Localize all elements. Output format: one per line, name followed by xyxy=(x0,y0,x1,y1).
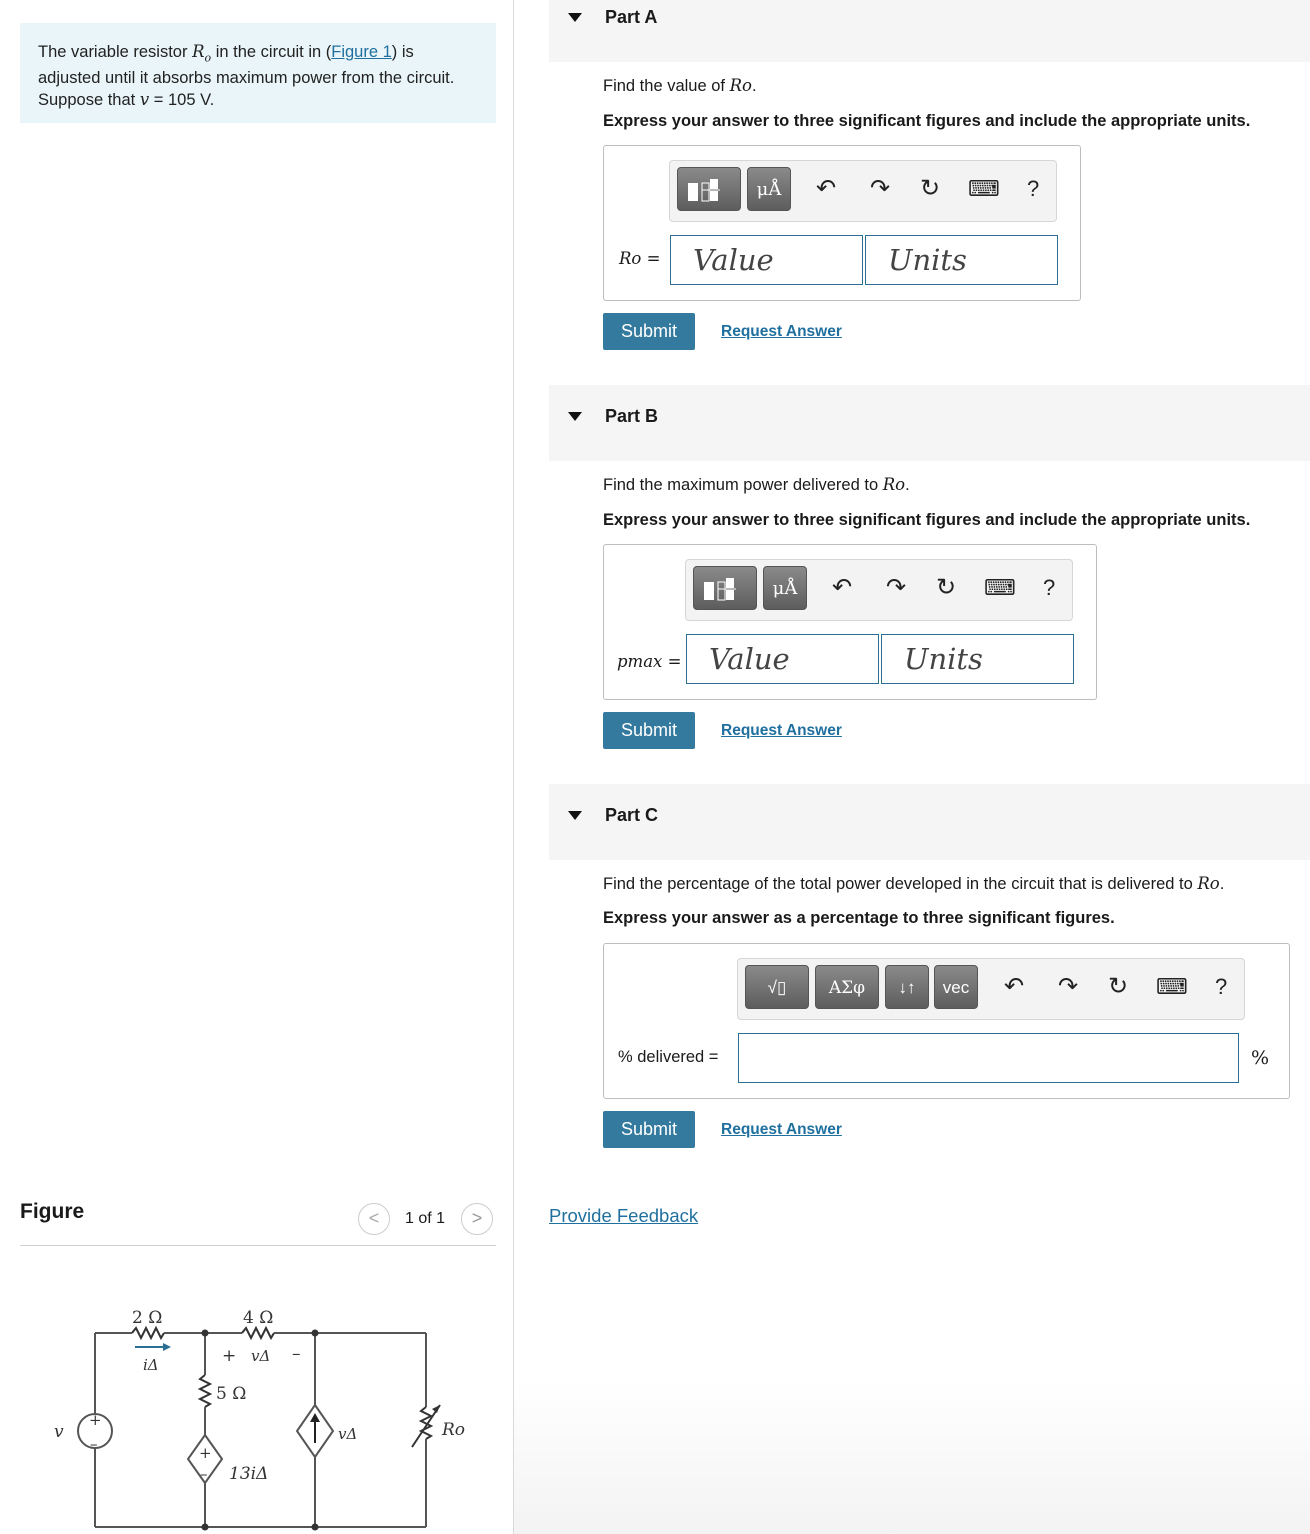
var-v: v xyxy=(139,90,150,110)
part-a-submit-button[interactable]: Submit xyxy=(603,313,695,350)
provide-feedback-link[interactable]: Provide Feedback xyxy=(549,1205,698,1227)
figure-link[interactable]: Figure 1 xyxy=(331,43,392,61)
units-button[interactable]: μÅ xyxy=(763,566,807,610)
part-c-header[interactable]: Part C xyxy=(549,784,1310,860)
label-source-minus: – xyxy=(90,1435,98,1453)
figure-title: Figure xyxy=(20,1200,85,1223)
part-b-variable-label: pmax = xyxy=(617,652,682,671)
help-icon[interactable]: ? xyxy=(1043,574,1055,602)
var-ro: Ro xyxy=(882,475,906,494)
part-b-units-input[interactable]: Units xyxy=(881,634,1074,684)
part-b-header[interactable]: Part B xyxy=(549,385,1310,461)
problem-text: in the circuit in ( xyxy=(211,43,332,61)
problem-statement: The variable resistor Ro in the circuit … xyxy=(20,23,496,123)
reset-icon[interactable]: ↻ xyxy=(936,574,956,602)
math-toolbar: μÅ ↶ ↷ ↻ ⌨ ? xyxy=(685,559,1073,621)
part-c-prompt: Find the percentage of the total power d… xyxy=(603,874,1225,893)
label-ro: Ro xyxy=(441,1420,465,1440)
part-b-answer-box: μÅ ↶ ↷ ↻ ⌨ ? pmax = Value Units xyxy=(603,544,1097,700)
var-ro: Ro xyxy=(192,42,212,65)
units-button[interactable]: μÅ xyxy=(747,167,791,211)
part-a-prompt: Find the value of Ro. xyxy=(603,76,757,95)
collapse-triangle-icon[interactable] xyxy=(568,13,582,22)
part-a-instruction: Express your answer to three significant… xyxy=(603,112,1251,130)
part-b-value-input[interactable]: Value xyxy=(686,634,879,684)
help-icon[interactable]: ? xyxy=(1027,175,1039,203)
label-dep-plus: + xyxy=(199,1444,212,1462)
label-5-ohm: 5 Ω xyxy=(216,1384,246,1404)
part-a-answer-box: μÅ ↶ ↷ ↻ ⌨ ? Ro = Value Units xyxy=(603,145,1081,301)
part-c-instruction: Express your answer as a percentage to t… xyxy=(603,909,1115,927)
redo-icon[interactable]: ↷ xyxy=(886,574,906,602)
reset-icon[interactable]: ↻ xyxy=(920,175,940,203)
label-source-plus: + xyxy=(89,1411,102,1429)
reset-icon[interactable]: ↻ xyxy=(1108,973,1128,1001)
part-a-value-input[interactable]: Value xyxy=(670,235,863,285)
part-c-request-answer-link[interactable]: Request Answer xyxy=(721,1121,842,1139)
label-i-delta: iΔ xyxy=(143,1356,159,1374)
background-fade xyxy=(514,1380,1310,1534)
part-a-title: Part A xyxy=(605,7,658,27)
problem-text: = 105 V. xyxy=(149,91,215,110)
label-v-source: v xyxy=(54,1422,64,1442)
collapse-triangle-icon[interactable] xyxy=(568,811,582,820)
greek-symbols-button[interactable]: ΑΣφ xyxy=(815,965,879,1009)
part-c-variable-label: % delivered = xyxy=(618,1048,719,1066)
label-4-ohm: 4 Ω xyxy=(243,1308,273,1328)
part-b-submit-button[interactable]: Submit xyxy=(603,712,695,749)
percent-unit-label: % xyxy=(1251,1047,1270,1069)
var-ro: Ro xyxy=(1197,874,1220,893)
part-c-submit-button[interactable]: Submit xyxy=(603,1111,695,1148)
redo-icon[interactable]: ↷ xyxy=(870,175,890,203)
part-c-percent-input[interactable] xyxy=(738,1033,1239,1083)
redo-icon[interactable]: ↷ xyxy=(1058,973,1078,1001)
part-b-request-answer-link[interactable]: Request Answer xyxy=(721,722,842,740)
keyboard-icon[interactable]: ⌨ xyxy=(984,574,1016,602)
math-toolbar: μÅ ↶ ↷ ↻ ⌨ ? xyxy=(669,160,1057,222)
var-ro: Ro xyxy=(729,76,752,95)
figure-pager: 1 of 1 xyxy=(405,1210,446,1227)
undo-icon[interactable]: ↶ xyxy=(832,574,852,602)
vector-button[interactable]: vec xyxy=(934,965,978,1009)
label-cs-v-delta: vΔ xyxy=(338,1425,357,1443)
keyboard-icon[interactable]: ⌨ xyxy=(1156,973,1188,1001)
part-b-instruction: Express your answer to three significant… xyxy=(603,511,1251,529)
undo-icon[interactable]: ↶ xyxy=(1004,973,1024,1001)
label-2-ohm: 2 Ω xyxy=(132,1308,162,1328)
arrows-button[interactable]: ↓↑ xyxy=(885,965,929,1009)
label-dep-minus: – xyxy=(200,1465,208,1483)
math-toolbar: √▯ ΑΣφ ↓↑ vec ↶ ↷ ↻ ⌨ ? xyxy=(737,958,1245,1020)
keyboard-icon[interactable]: ⌨ xyxy=(968,175,1000,203)
left-column: The variable resistor Ro in the circuit … xyxy=(0,0,514,1534)
part-a-request-answer-link[interactable]: Request Answer xyxy=(721,323,842,341)
sqrt-template-button[interactable]: √▯ xyxy=(745,965,809,1009)
figure-next-button[interactable]: > xyxy=(461,1203,493,1235)
label-13i-delta: 13iΔ xyxy=(229,1464,268,1484)
circuit-diagram: 2 Ω 4 Ω 5 Ω iΔ + vΔ – 13iΔ v vΔ Ro + – +… xyxy=(54,1308,465,1531)
figure-prev-button[interactable]: < xyxy=(358,1203,390,1235)
label-plus: + xyxy=(222,1346,236,1366)
template-button[interactable] xyxy=(677,167,741,211)
template-button[interactable] xyxy=(693,566,757,610)
label-minus: – xyxy=(292,1344,301,1364)
part-b-title: Part B xyxy=(605,406,659,426)
problem-text: The variable resistor xyxy=(38,43,193,61)
undo-icon[interactable]: ↶ xyxy=(816,175,836,203)
part-c-answer-box: √▯ ΑΣφ ↓↑ vec ↶ ↷ ↻ ⌨ ? % delivered = % xyxy=(603,943,1290,1099)
part-a-variable-label: Ro = xyxy=(619,249,661,268)
part-b-prompt: Find the maximum power delivered to Ro. xyxy=(603,475,910,494)
help-icon[interactable]: ? xyxy=(1215,973,1227,1001)
part-c-title: Part C xyxy=(605,805,659,825)
divider xyxy=(20,1245,496,1246)
part-a-units-input[interactable]: Units xyxy=(865,235,1058,285)
label-v-delta: vΔ xyxy=(251,1347,270,1365)
part-a-header[interactable]: Part A xyxy=(549,0,1310,62)
collapse-triangle-icon[interactable] xyxy=(568,412,582,421)
